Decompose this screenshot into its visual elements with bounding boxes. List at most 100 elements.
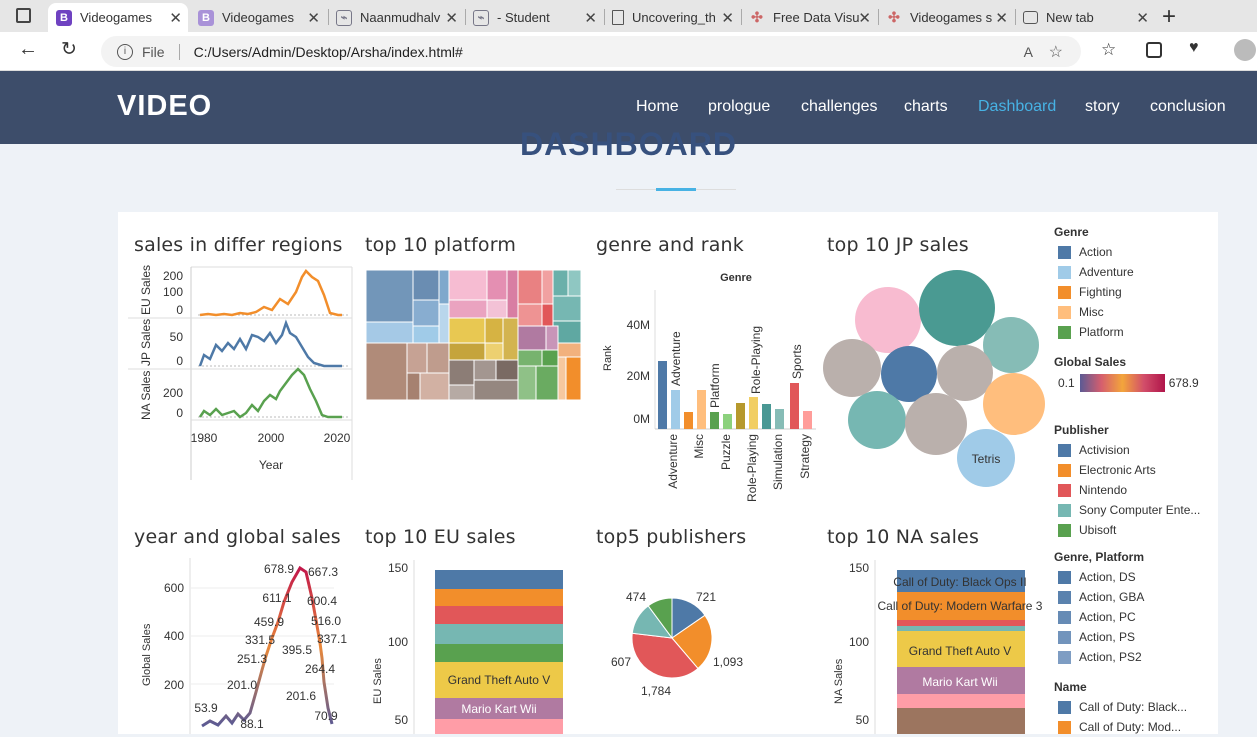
na-sales-line[interactable] [198, 367, 342, 419]
bubble[interactable] [823, 339, 881, 397]
url-text[interactable]: C:/Users/Admin/Desktop/Arsha/index.html# [194, 44, 463, 60]
legend-item[interactable]: Nintendo [1054, 480, 1200, 500]
treemap-red[interactable] [517, 269, 554, 327]
genre-bar[interactable] [697, 390, 706, 429]
legend-item[interactable]: Action [1054, 242, 1134, 262]
new-tab-plus-icon[interactable]: + [1162, 3, 1176, 31]
stack-segment[interactable] [897, 620, 1025, 626]
stack-segment[interactable] [435, 589, 563, 606]
nav-charts[interactable]: charts [904, 98, 948, 116]
legend-item[interactable]: Action, GBA [1054, 587, 1144, 607]
bubble[interactable] [983, 373, 1045, 435]
treemap-green[interactable] [517, 349, 559, 401]
legend-item[interactable]: Platform [1054, 322, 1134, 342]
tab-new-tab[interactable]: New tab ✕ [1015, 3, 1155, 32]
regions-chart[interactable]: EU Sales JP Sales NA Sales 200 100 0 50 … [128, 265, 358, 480]
nav-prologue[interactable]: prologue [708, 98, 770, 116]
nav-home[interactable]: Home [636, 98, 679, 116]
legend-item[interactable]: Adventure [1054, 262, 1134, 282]
genre-bar[interactable] [723, 414, 732, 429]
jp-sales-line[interactable] [198, 319, 342, 368]
platform-treemap[interactable] [365, 269, 582, 401]
profile-avatar[interactable] [1234, 39, 1256, 61]
genre-bar[interactable] [762, 404, 771, 429]
back-icon[interactable]: ← [18, 38, 38, 61]
genre-rank-chart[interactable]: Genre Rank 40M 20M 0M Adventure Platform… [596, 268, 821, 502]
tab-videogames-active[interactable]: B Videogames ✕ [48, 3, 188, 32]
legend-item[interactable]: Activision [1054, 440, 1200, 460]
stack-segment[interactable] [897, 694, 1025, 708]
info-icon[interactable]: i [117, 43, 133, 60]
bubble[interactable] [881, 346, 937, 402]
legend-item[interactable]: Action, PS2 [1054, 647, 1144, 667]
legend-item[interactable]: Action, PS [1054, 627, 1144, 647]
close-icon[interactable]: ✕ [721, 9, 734, 27]
legend-item[interactable]: Action, PC [1054, 607, 1144, 627]
bubble[interactable] [937, 345, 993, 401]
legend-item[interactable]: Call of Duty: Mod... [1054, 717, 1187, 737]
refresh-icon[interactable]: ↻ [61, 38, 77, 61]
stack-segment[interactable] [435, 644, 563, 662]
genre-bar[interactable] [658, 361, 667, 429]
treemap-yellow[interactable] [448, 317, 519, 361]
genre-bar[interactable] [736, 403, 745, 429]
tab-naanmudhalvan[interactable]: ⌁ Naanmudhalv ✕ [328, 3, 464, 32]
legend-item[interactable]: Action, DS [1054, 567, 1144, 587]
url-field[interactable]: i File C:/Users/Admin/Desktop/Arsha/inde… [101, 36, 1081, 67]
tab-free-data-vis[interactable]: ✣ Free Data Visu ✕ [741, 3, 877, 32]
genre-bar[interactable] [710, 412, 719, 429]
favorite-add-icon[interactable]: ☆ [1049, 42, 1063, 62]
close-icon[interactable]: ✕ [169, 9, 182, 27]
legend-item[interactable]: Ubisoft [1054, 520, 1200, 540]
nav-dashboard[interactable]: Dashboard [978, 98, 1056, 116]
tab-videogames[interactable]: B Videogames ✕ [190, 3, 326, 32]
legend-item[interactable]: Misc [1054, 302, 1134, 322]
stack-segment[interactable] [435, 624, 563, 644]
bubble[interactable] [905, 393, 967, 455]
stack-segment[interactable] [435, 570, 563, 589]
legend-item[interactable]: Fighting [1054, 282, 1134, 302]
legend-item[interactable]: Call of Duty: Black... [1054, 697, 1187, 717]
legend-item[interactable]: Electronic Arts [1054, 460, 1200, 480]
tab-videogames-s[interactable]: ✣ Videogames s ✕ [878, 3, 1014, 32]
treemap-gray[interactable] [448, 359, 519, 401]
stack-segment[interactable] [435, 719, 563, 734]
site-logo[interactable]: VIDEO [117, 90, 212, 123]
tab-uncovering[interactable]: Uncovering_th ✕ [604, 3, 740, 32]
nav-conclusion[interactable]: conclusion [1150, 98, 1226, 116]
genre-bar[interactable] [790, 383, 799, 429]
close-icon[interactable]: ✕ [995, 9, 1008, 27]
close-icon[interactable]: ✕ [1136, 9, 1149, 27]
close-icon[interactable]: ✕ [584, 9, 597, 27]
genre-bar[interactable] [749, 397, 758, 429]
treemap-pink[interactable] [448, 269, 519, 319]
health-icon[interactable]: ♥ [1189, 39, 1199, 57]
bubble[interactable] [848, 391, 906, 449]
nav-story[interactable]: story [1085, 98, 1120, 116]
treemap-blue[interactable] [365, 269, 450, 344]
eu-sales-line[interactable] [199, 269, 342, 317]
stack-segment[interactable] [897, 708, 1025, 734]
close-icon[interactable]: ✕ [445, 9, 458, 27]
read-aloud-icon[interactable]: A [1024, 44, 1033, 60]
nav-challenges[interactable]: challenges [801, 98, 878, 116]
genre-bar[interactable] [775, 409, 784, 429]
tab-actions-icon[interactable] [16, 8, 31, 23]
stack-segment[interactable] [435, 606, 563, 624]
close-icon[interactable]: ✕ [307, 9, 320, 27]
eu-sales-chart[interactable]: EU Sales 150 100 50 Grand Theft Auto V M… [366, 558, 581, 734]
publishers-pie[interactable]: 721 1,093 1,784 607 474 [596, 560, 821, 720]
genre-bar[interactable] [803, 411, 812, 429]
genre-bar[interactable] [684, 412, 693, 429]
bubble[interactable] [919, 270, 995, 346]
favorites-icon[interactable]: ☆ [1101, 40, 1116, 60]
tab-student[interactable]: ⌁ - Student ✕ [465, 3, 603, 32]
year-global-chart[interactable]: Global Sales 600 400 200 53.9 201.0 251.3 3… [134, 558, 359, 734]
jp-bubble-chart[interactable]: Tetris [820, 268, 1050, 493]
close-icon[interactable]: ✕ [858, 9, 871, 27]
legend-item[interactable]: Sony Computer Ente... [1054, 500, 1200, 520]
collections-icon[interactable] [1146, 42, 1162, 58]
genre-bar[interactable] [671, 390, 680, 429]
stack-segment[interactable] [897, 626, 1025, 631]
treemap-brown[interactable] [365, 342, 450, 401]
